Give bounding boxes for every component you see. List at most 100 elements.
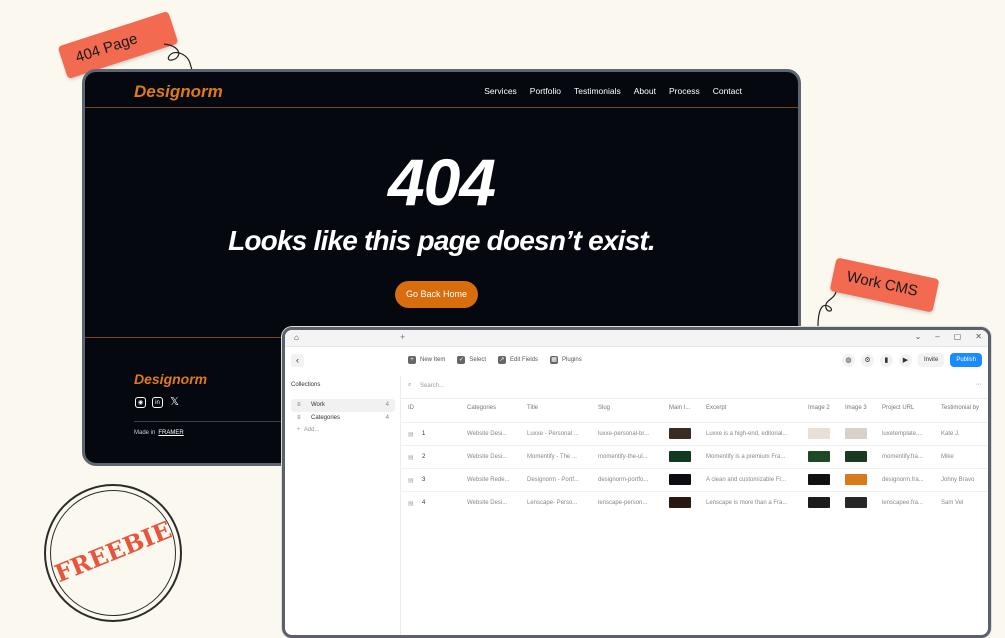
col-title[interactable]: Title [527, 405, 538, 411]
back-button[interactable]: ‹ [291, 354, 304, 367]
image-2-thumbnail[interactable] [808, 474, 830, 485]
col-project-url[interactable]: Project URL [882, 405, 914, 411]
table-row[interactable]: ▤ 4 Website Desi... Lenscape- Perso... l… [400, 491, 988, 514]
col-id[interactable]: ID [408, 405, 414, 411]
add-collection-button[interactable]: + Add... [297, 427, 320, 433]
image-3-thumbnail[interactable] [845, 474, 867, 485]
image-3-thumbnail[interactable] [845, 451, 867, 462]
grid-icon: ▦ [550, 356, 559, 364]
sidebar-item-count: 4 [385, 415, 389, 421]
nav-contact[interactable]: Contact [713, 86, 742, 96]
col-categories[interactable]: Categories [467, 405, 496, 411]
row-url: designorm.fra... [882, 477, 924, 483]
sidebar-item-work[interactable]: ≡ Work 4 [291, 399, 395, 412]
error-message: Looks like this page doesn’t exist. [228, 225, 656, 256]
gear-icon[interactable]: ⚙ [860, 353, 874, 367]
publish-button[interactable]: Publish [950, 353, 982, 367]
row-testimonial: Kate J. [941, 431, 960, 437]
nav-testimonials[interactable]: Testimonials [574, 86, 621, 96]
search-input[interactable]: Search... [420, 383, 444, 389]
add-collection-label: Add... [303, 427, 320, 433]
globe-icon[interactable]: ◍ [841, 353, 855, 367]
file-icon: ▤ [408, 478, 414, 484]
footer-logo[interactable]: Designorm [134, 371, 207, 387]
row-slug: momentify-the-ul... [598, 454, 648, 460]
image-3-thumbnail[interactable] [845, 428, 867, 439]
image-2-thumbnail[interactable] [808, 497, 830, 508]
cms-titlebar: ⌂ + ⌄ – ▢ ✕ [285, 330, 988, 347]
main-image-thumbnail[interactable] [669, 497, 691, 508]
row-category: Website Desi... [467, 454, 508, 460]
row-category: Website Desi... [467, 431, 508, 437]
table-row[interactable]: ▤ 3 Website Rede... Designorm - Portf...… [400, 468, 988, 491]
checkbox-icon: ✓ [457, 356, 466, 364]
row-id: 4 [422, 500, 426, 506]
col-main-image[interactable]: Main I... [669, 405, 690, 411]
home-icon[interactable]: ⌂ [294, 333, 299, 342]
tag-work-cms: Work CMS [829, 257, 940, 313]
more-options-icon[interactable]: ··· [975, 381, 982, 388]
play-icon[interactable]: ▶ [898, 353, 912, 367]
row-excerpt: A clean and customizable Fr... [706, 477, 787, 483]
row-category: Website Desi... [467, 500, 508, 506]
sidebar-item-count: 4 [385, 402, 389, 408]
maximize-icon[interactable]: ▢ [954, 332, 962, 341]
image-2-thumbnail[interactable] [808, 451, 830, 462]
new-tab-icon[interactable]: + [400, 332, 405, 342]
framer-link[interactable]: FRAMER [158, 430, 183, 436]
x-icon[interactable]: 𝕏 [169, 397, 180, 408]
site-nav: Services Portfolio Testimonials About Pr… [484, 86, 742, 96]
main-image-thumbnail[interactable] [669, 474, 691, 485]
linkedin-icon[interactable]: in [152, 397, 163, 408]
minimize-icon[interactable]: – [935, 332, 939, 341]
image-2-thumbnail[interactable] [808, 428, 830, 439]
table-header: ID Categories Title Slug Main I... Excer… [400, 399, 988, 421]
file-icon: ▤ [408, 432, 414, 438]
row-id: 3 [422, 477, 426, 483]
col-image-2[interactable]: Image 2 [808, 405, 830, 411]
row-id: 1 [422, 431, 426, 437]
search-bar: ⌕ Search... ··· [400, 376, 988, 399]
nav-about[interactable]: About [634, 86, 656, 96]
nav-process[interactable]: Process [669, 86, 700, 96]
window-controls: ⌄ – ▢ ✕ [915, 332, 982, 341]
collections-sidebar: Collections ≡ Work 4 ≡ Categories 4 + Ad… [285, 376, 401, 635]
row-excerpt: Lenscape is more than a Fra... [706, 500, 788, 506]
col-testimonial-by[interactable]: Testimonial by [941, 405, 979, 411]
main-image-thumbnail[interactable] [669, 428, 691, 439]
edit-fields-button[interactable]: ↗ Edit Fields [498, 356, 538, 364]
col-slug[interactable]: Slug [598, 405, 610, 411]
file-icon: ▤ [408, 455, 414, 461]
table-row[interactable]: ▤ 1 Website Desi... Luxxe - Personal ...… [400, 422, 988, 445]
error-code: 404 [387, 145, 496, 219]
image-3-thumbnail[interactable] [845, 497, 867, 508]
sidebar-item-categories[interactable]: ≡ Categories 4 [291, 412, 395, 425]
go-back-home-button[interactable]: Go Back Home [395, 281, 478, 308]
chevron-down-icon[interactable]: ⌄ [915, 332, 922, 341]
toolbar-right: ◍ ⚙ ▮ ▶ Invite Publish [841, 353, 982, 367]
select-button[interactable]: ✓ Select [457, 356, 486, 364]
invite-button[interactable]: Invite [917, 353, 945, 367]
edit-fields-label: Edit Fields [510, 357, 539, 363]
table-row[interactable]: ▤ 2 Website Desi... Momentify - The ... … [400, 445, 988, 468]
col-excerpt[interactable]: Excerpt [706, 405, 726, 411]
col-image-3[interactable]: Image 3 [845, 405, 867, 411]
plugins-button[interactable]: ▦ Plugins [550, 356, 582, 364]
row-slug: designorm-portfo... [598, 477, 649, 483]
analytics-icon[interactable]: ▮ [879, 353, 893, 367]
row-id: 2 [422, 454, 426, 460]
close-icon[interactable]: ✕ [975, 332, 982, 341]
site-logo[interactable]: Designorm [134, 82, 223, 102]
row-testimonial: Mike [941, 454, 954, 460]
made-in-label: Made in [134, 430, 156, 436]
curly-arrow-cms [817, 291, 837, 327]
new-item-label: New Item [420, 357, 446, 363]
instagram-icon[interactable]: ◉ [135, 397, 146, 408]
cms-window: ⌂ + ⌄ – ▢ ✕ ‹ + New Item ✓ Select ↗ Edit Fi… [282, 327, 991, 638]
main-image-thumbnail[interactable] [669, 451, 691, 462]
new-item-button[interactable]: + New Item [408, 356, 445, 364]
nav-portfolio[interactable]: Portfolio [530, 86, 561, 96]
row-testimonial: Sam Vel [941, 500, 964, 506]
edit-icon: ↗ [498, 356, 507, 364]
nav-services[interactable]: Services [484, 86, 517, 96]
